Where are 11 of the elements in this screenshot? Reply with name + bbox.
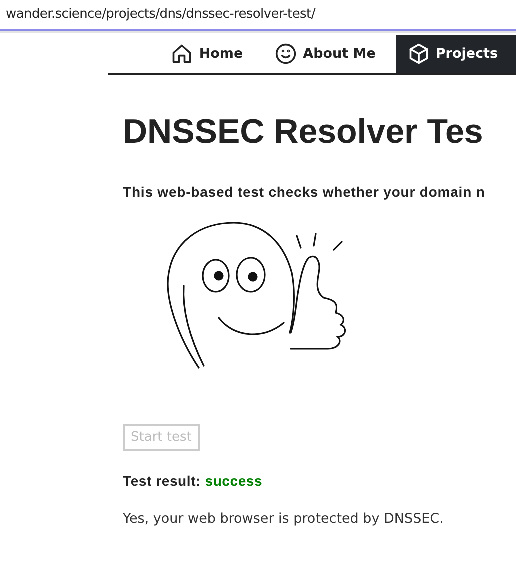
nav-tab[interactable]: Home: [159, 35, 256, 73]
intro-text: This web-based test checks whether your domain n: [123, 184, 486, 200]
page-title: DNSSEC Resolver Tes: [123, 113, 484, 152]
smiley-icon: [275, 43, 298, 65]
result-message: Yes, your web browser is protected by DNSSEC.: [123, 511, 445, 527]
nav-tab[interactable]: About Me: [263, 35, 388, 73]
home-icon: [171, 43, 194, 65]
cube-icon: [408, 43, 430, 65]
nav-tab[interactable]: Projects: [396, 35, 516, 73]
test-result: Test result: success: [123, 473, 264, 489]
address-url[interactable]: wander.science/projects/dns/dnssec-resolver-test/: [6, 7, 316, 22]
